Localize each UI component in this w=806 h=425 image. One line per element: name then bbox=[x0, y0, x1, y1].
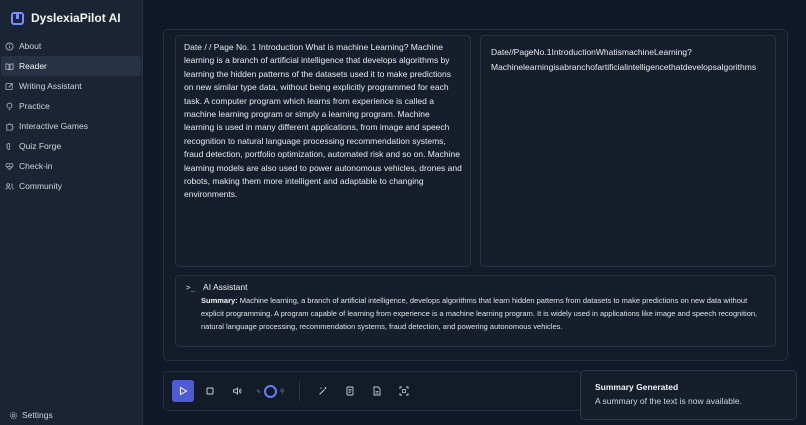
users-icon bbox=[5, 182, 14, 191]
app-name: DyslexiaPilot AI bbox=[31, 11, 121, 25]
sidebar-item-label: Reader bbox=[19, 61, 47, 71]
speed-slider-knob[interactable] bbox=[264, 384, 278, 398]
settings-label: Settings bbox=[22, 410, 53, 420]
gear-icon bbox=[9, 411, 18, 420]
lightbulb-icon bbox=[5, 102, 14, 111]
stop-button[interactable] bbox=[199, 380, 221, 402]
scan-button[interactable] bbox=[393, 380, 415, 402]
volume-button[interactable] bbox=[226, 380, 248, 402]
wand-icon bbox=[319, 387, 327, 395]
dyslexia-view-panel[interactable]: Date//PageNo.1IntroductionWhatismachineL… bbox=[480, 35, 776, 267]
ai-assistant-title: AI Assistant bbox=[203, 282, 248, 292]
sidebar-item-label: Writing Assistant bbox=[19, 81, 82, 91]
original-text: Date / / Page No. 1 Introduction What is… bbox=[184, 42, 462, 200]
play-icon bbox=[180, 386, 188, 396]
sidebar-item-writing-assistant[interactable]: Writing Assistant bbox=[1, 76, 141, 96]
book-icon bbox=[5, 62, 14, 71]
toolbar-divider bbox=[299, 381, 301, 401]
sidebar-nav: About Reader Writing Assistant Practice … bbox=[0, 36, 142, 196]
sidebar-item-label: Interactive Games bbox=[19, 121, 88, 131]
dyslexia-text-line: Date//PageNo.1IntroductionWhatismachineL… bbox=[491, 47, 692, 57]
sidebar-item-interactive-games[interactable]: Interactive Games bbox=[1, 116, 141, 136]
info-icon bbox=[5, 41, 14, 51]
document-text-icon bbox=[346, 386, 354, 396]
brain-icon bbox=[5, 142, 14, 151]
ai-assistant-panel: >_ AI Assistant Summary: Machine learnin… bbox=[175, 275, 776, 347]
toast-title: Summary Generated bbox=[595, 382, 679, 392]
sidebar-item-quiz-forge[interactable]: Quiz Forge bbox=[1, 136, 141, 156]
sidebar-item-settings[interactable]: Settings bbox=[9, 410, 53, 420]
original-text-panel[interactable]: Date / / Page No. 1 Introduction What is… bbox=[175, 35, 471, 267]
ai-assistant-header: >_ AI Assistant bbox=[186, 282, 767, 292]
speaker-icon bbox=[233, 387, 242, 395]
turtle-icon: ∿ bbox=[256, 388, 262, 395]
main-area: Date / / Page No. 1 Introduction What is… bbox=[143, 0, 806, 425]
dyslexia-text-line: Machinelearningisabranchofartificialinte… bbox=[491, 61, 757, 72]
summary-text: Machine learning, a branch of artificial… bbox=[201, 296, 758, 331]
sidebar-item-label: Check-in bbox=[19, 161, 53, 171]
terminal-icon: >_ bbox=[186, 282, 196, 292]
pencil-icon bbox=[5, 82, 14, 91]
sidebar: DyslexiaPilot AI About Reader Writing As… bbox=[0, 0, 143, 425]
summary-toast[interactable]: Summary Generated A summary of the text … bbox=[580, 370, 797, 420]
sidebar-item-check-in[interactable]: Check-in bbox=[1, 156, 141, 176]
rabbit-icon: ⚲ bbox=[280, 388, 285, 395]
ai-summary: Summary: Machine learning, a branch of a… bbox=[186, 294, 767, 333]
speed-control[interactable]: ∿ ⚲ bbox=[253, 384, 287, 398]
file-icon bbox=[373, 386, 381, 396]
summary-label: Summary: bbox=[201, 296, 238, 305]
brand[interactable]: DyslexiaPilot AI bbox=[0, 0, 142, 36]
scan-icon bbox=[399, 386, 409, 396]
toast-message: A summary of the text is now available. bbox=[595, 396, 742, 406]
heart-pulse-icon bbox=[5, 162, 14, 171]
sidebar-item-label: Community bbox=[19, 181, 62, 191]
reader-workspace: Date / / Page No. 1 Introduction What is… bbox=[163, 29, 788, 361]
puzzle-icon bbox=[5, 122, 14, 131]
stop-icon bbox=[206, 387, 214, 395]
file-button[interactable] bbox=[366, 380, 388, 402]
play-button[interactable] bbox=[172, 380, 194, 402]
sidebar-item-about[interactable]: About bbox=[1, 36, 141, 56]
summarize-button[interactable] bbox=[339, 380, 361, 402]
sidebar-item-practice[interactable]: Practice bbox=[1, 96, 141, 116]
sidebar-item-label: Quiz Forge bbox=[19, 141, 62, 151]
magic-wand-button[interactable] bbox=[312, 380, 334, 402]
sidebar-item-community[interactable]: Community bbox=[1, 176, 141, 196]
sidebar-item-reader[interactable]: Reader bbox=[1, 56, 141, 76]
reader-toolbar: ∿ ⚲ bbox=[163, 371, 583, 411]
sidebar-item-label: About bbox=[19, 41, 42, 51]
sidebar-item-label: Practice bbox=[19, 101, 50, 111]
bookmark-logo-icon bbox=[11, 11, 24, 25]
